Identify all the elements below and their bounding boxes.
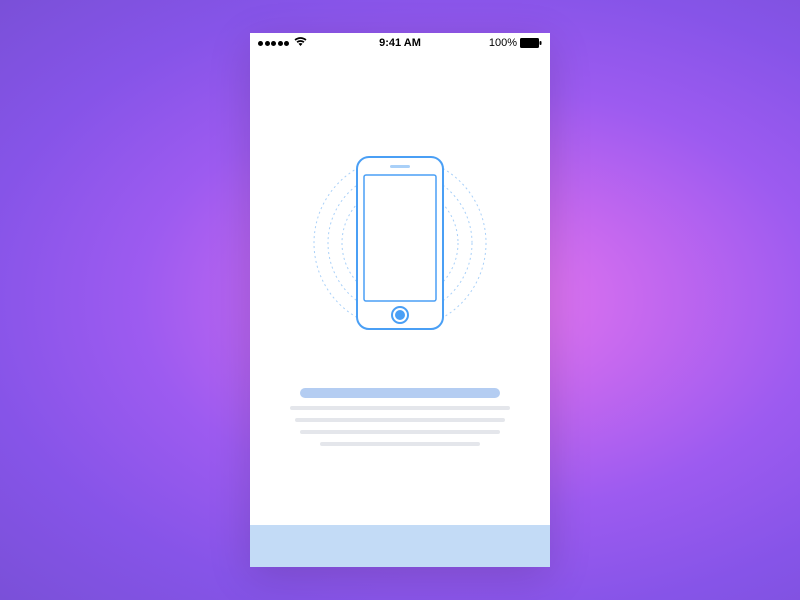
phone-mockup-frame: 9:41 AM 100% <box>250 33 550 567</box>
status-bar-left <box>258 37 307 49</box>
signal-strength-icon <box>258 41 289 46</box>
placeholder-title-bar <box>300 388 500 398</box>
phone-illustration <box>300 143 500 343</box>
placeholder-body-line <box>290 406 510 410</box>
status-bar-right: 100% <box>489 37 542 49</box>
onboarding-content <box>250 53 550 525</box>
battery-icon <box>520 38 542 48</box>
bottom-action-bar[interactable] <box>250 525 550 567</box>
battery-percent-label: 100% <box>489 37 517 49</box>
placeholder-body-line <box>300 430 500 434</box>
placeholder-text-block <box>290 388 510 446</box>
placeholder-body-line <box>320 442 480 446</box>
wifi-icon <box>294 37 307 49</box>
status-bar-time: 9:41 AM <box>379 37 421 49</box>
status-bar: 9:41 AM 100% <box>250 33 550 53</box>
placeholder-body-line <box>295 418 505 422</box>
